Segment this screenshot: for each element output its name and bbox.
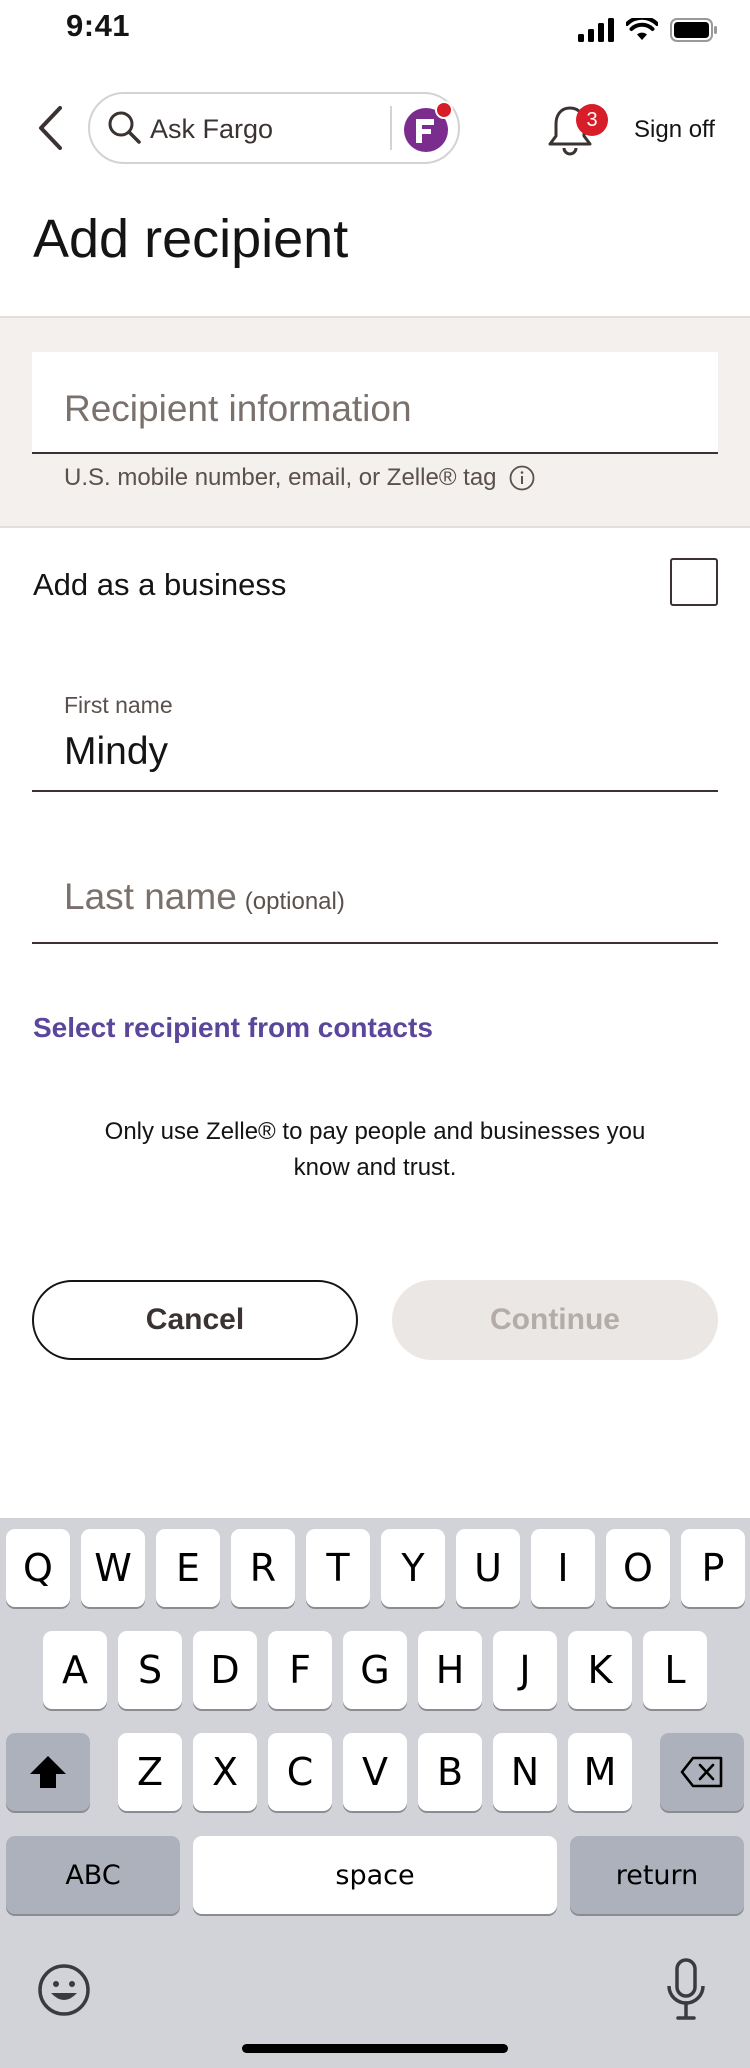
shift-icon: [30, 1756, 66, 1788]
key-r[interactable]: R: [231, 1529, 295, 1607]
key-p[interactable]: P: [681, 1529, 745, 1607]
recipient-placeholder: Recipient information: [64, 388, 412, 429]
shift-key[interactable]: [6, 1733, 90, 1811]
sign-off-link[interactable]: Sign off: [634, 116, 715, 144]
info-icon[interactable]: [509, 465, 535, 491]
recipient-help: U.S. mobile number, email, or Zelle® tag: [64, 464, 535, 492]
add-as-business-checkbox[interactable]: [670, 558, 718, 606]
key-e[interactable]: E: [156, 1529, 220, 1607]
status-icons: [578, 16, 718, 44]
delete-key[interactable]: [660, 1733, 744, 1811]
status-bar: 9:41: [0, 0, 750, 56]
chevron-left-icon: [39, 106, 62, 150]
search-divider: [390, 106, 392, 150]
microphone-icon[interactable]: [664, 1958, 708, 2022]
last-name-optional: (optional): [244, 888, 345, 915]
recipient-help-text: U.S. mobile number, email, or Zelle® tag: [64, 464, 497, 491]
last-name-placeholder-text: Last name: [64, 876, 237, 917]
key-g[interactable]: G: [343, 1631, 407, 1709]
recipient-section: Recipient information U.S. mobile number…: [0, 316, 750, 528]
key-d[interactable]: D: [193, 1631, 257, 1709]
last-name-field[interactable]: Last name (optional): [32, 840, 718, 944]
recipient-information-input[interactable]: Recipient information: [32, 352, 718, 454]
key-h[interactable]: H: [418, 1631, 482, 1709]
key-w[interactable]: W: [81, 1529, 145, 1607]
home-indicator: [242, 2044, 508, 2053]
first-name-value: Mindy: [64, 730, 169, 773]
notification-badge: 3: [576, 104, 608, 136]
key-x[interactable]: X: [193, 1733, 257, 1811]
notifications-button[interactable]: 3: [546, 100, 608, 156]
key-k[interactable]: K: [568, 1631, 632, 1709]
key-o[interactable]: O: [606, 1529, 670, 1607]
keyboard: Q W E R T Y U I O P A S D F G H J K L Z …: [0, 1518, 750, 2068]
wifi-icon: [626, 18, 658, 40]
space-key[interactable]: space: [193, 1836, 557, 1914]
key-j[interactable]: J: [493, 1631, 557, 1709]
zelle-disclaimer: Only use Zelle® to pay people and busine…: [104, 1118, 646, 1181]
key-u[interactable]: U: [456, 1529, 520, 1607]
key-f[interactable]: F: [268, 1631, 332, 1709]
cancel-button[interactable]: Cancel: [32, 1280, 358, 1360]
abc-key[interactable]: ABC: [6, 1836, 180, 1914]
back-button[interactable]: [30, 100, 70, 156]
search-placeholder: Ask Fargo: [150, 114, 274, 144]
emoji-icon[interactable]: [36, 1962, 92, 2018]
first-name-field[interactable]: First name Mindy: [32, 688, 718, 792]
key-m[interactable]: M: [568, 1733, 632, 1811]
page-title: Add recipient: [33, 209, 349, 269]
key-t[interactable]: T: [306, 1529, 370, 1607]
return-key[interactable]: return: [570, 1836, 744, 1914]
battery-icon: [670, 18, 717, 42]
continue-button[interactable]: Continue: [392, 1280, 718, 1360]
key-c[interactable]: C: [268, 1733, 332, 1811]
select-from-contacts-link[interactable]: Select recipient from contacts: [33, 1012, 433, 1044]
key-v[interactable]: V: [343, 1733, 407, 1811]
ask-fargo-search[interactable]: Ask Fargo: [88, 92, 460, 164]
key-s[interactable]: S: [118, 1631, 182, 1709]
fargo-assistant-icon[interactable]: [400, 100, 456, 156]
key-q[interactable]: Q: [6, 1529, 70, 1607]
key-z[interactable]: Z: [118, 1733, 182, 1811]
first-name-label: First name: [64, 692, 173, 718]
key-a[interactable]: A: [43, 1631, 107, 1709]
last-name-placeholder: Last name (optional): [64, 876, 345, 918]
add-as-business-label: Add as a business: [33, 567, 287, 602]
key-b[interactable]: B: [418, 1733, 482, 1811]
key-y[interactable]: Y: [381, 1529, 445, 1607]
backspace-icon: [680, 1756, 723, 1788]
status-time: 9:41: [66, 8, 131, 43]
signal-icon: [578, 18, 614, 42]
key-l[interactable]: L: [643, 1631, 707, 1709]
key-n[interactable]: N: [493, 1733, 557, 1811]
search-icon: [108, 111, 141, 144]
key-i[interactable]: I: [531, 1529, 595, 1607]
